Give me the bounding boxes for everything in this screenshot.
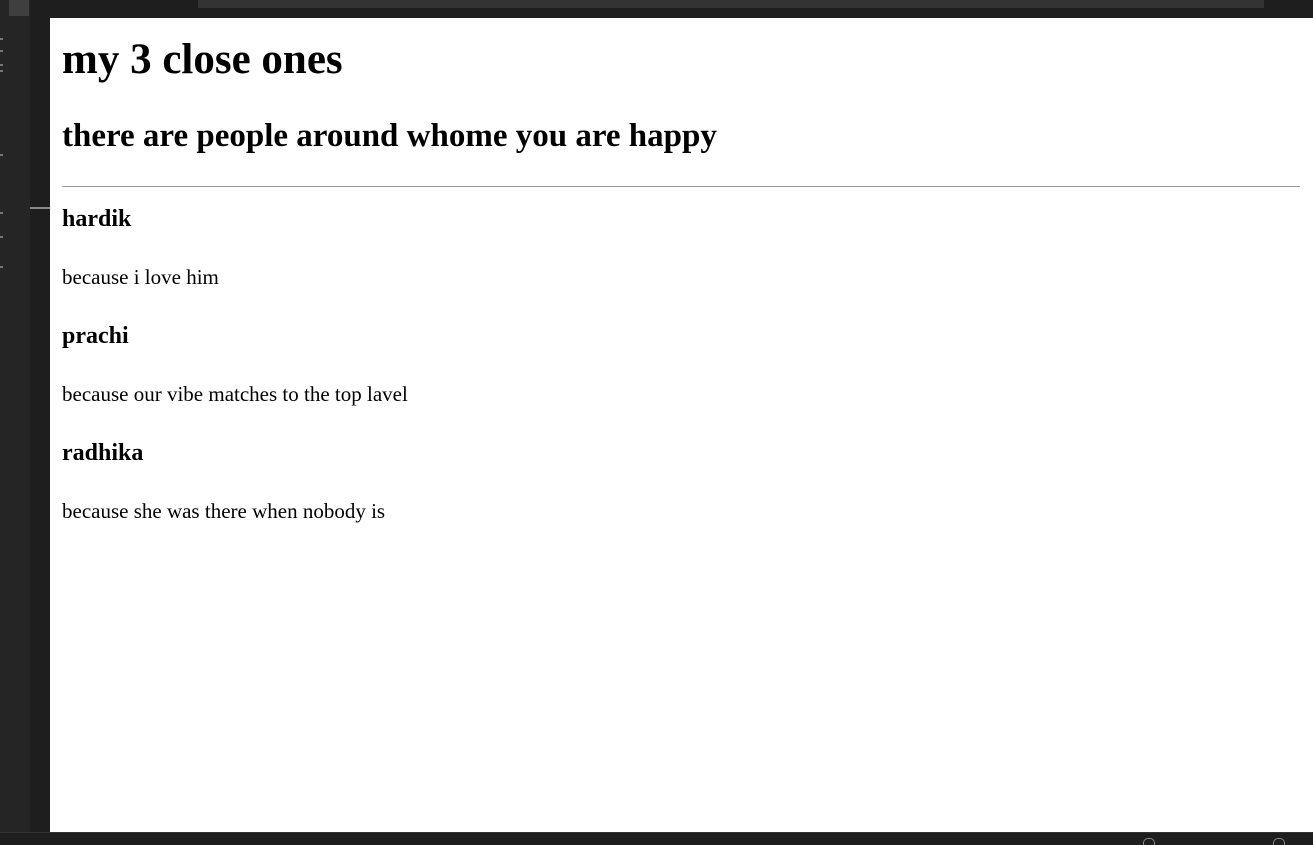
activity-marker xyxy=(0,154,3,156)
activity-marker xyxy=(0,64,3,66)
activity-marker xyxy=(0,50,3,52)
page-subtitle: there are people around whome you are ha… xyxy=(62,118,717,154)
activity-marker xyxy=(0,212,3,214)
sash-handle[interactable] xyxy=(30,207,50,209)
person-name: hardik xyxy=(62,206,132,232)
person-name: prachi xyxy=(62,323,129,349)
person-reason: because i love him xyxy=(62,265,219,289)
page-title: my 3 close ones xyxy=(62,36,343,83)
preview-address-field[interactable] xyxy=(198,0,1264,8)
person-reason: because our vibe matches to the top lave… xyxy=(62,382,408,406)
status-bar xyxy=(0,832,1313,845)
person-reason: because she was there when nobody is xyxy=(62,499,386,523)
divider xyxy=(62,186,1300,187)
account-icon[interactable] xyxy=(1273,838,1285,845)
activity-bar xyxy=(0,0,30,832)
preview-content: my 3 close ones there are people around … xyxy=(50,36,1313,524)
activity-marker xyxy=(0,38,3,40)
editor-window: my 3 close ones there are people around … xyxy=(0,0,1313,845)
activity-marker xyxy=(0,236,3,238)
activity-markers xyxy=(0,30,4,270)
html-preview-pane[interactable]: my 3 close ones there are people around … xyxy=(50,18,1313,832)
preview-toolbar xyxy=(50,0,1313,18)
editor-gutter xyxy=(30,0,50,832)
person-name: radhika xyxy=(62,440,144,466)
activity-marker xyxy=(0,266,3,268)
notification-icon[interactable] xyxy=(1143,838,1155,845)
activity-marker xyxy=(0,70,3,72)
minimap-thumbnail[interactable] xyxy=(9,0,29,16)
